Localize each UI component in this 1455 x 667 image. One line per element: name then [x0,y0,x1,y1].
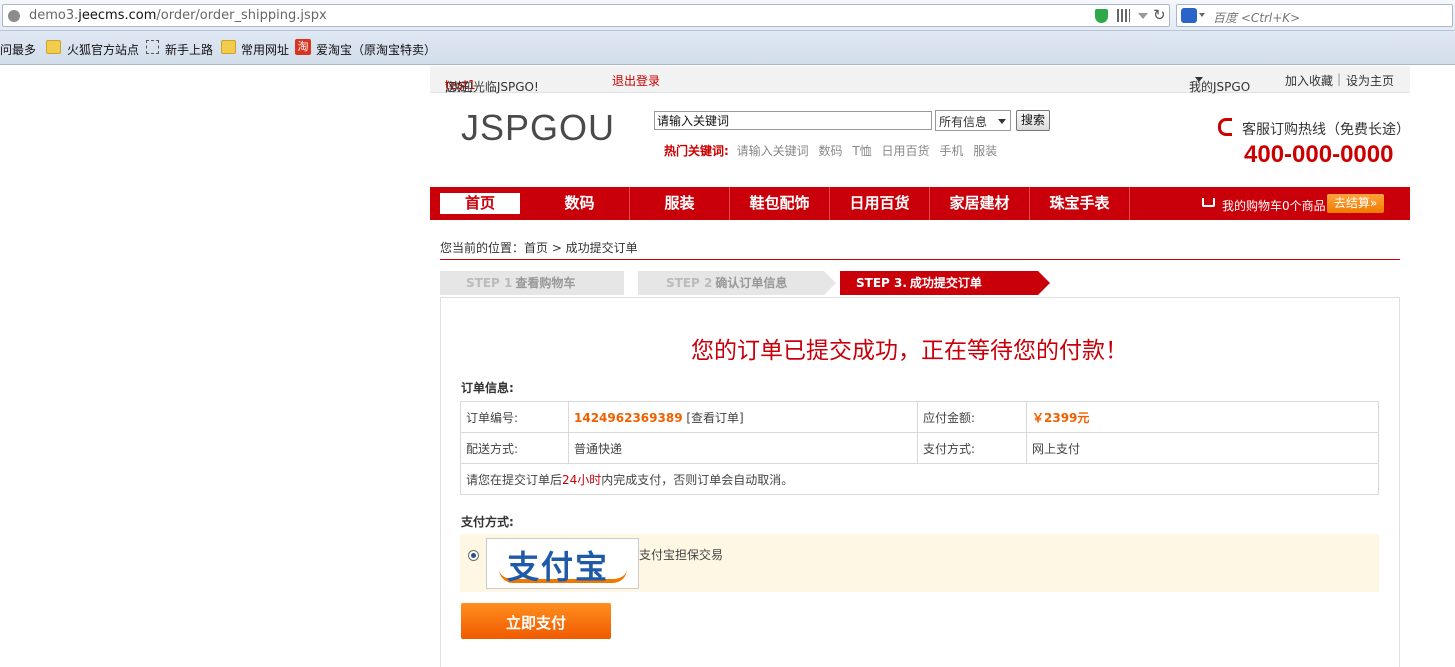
browser-search-field[interactable]: 百度 <Ctrl+K> [1176,4,1453,27]
order-no-label: 订单编号: [460,401,569,433]
table-row: 订单编号: 1424962369389 [查看订单] 应付金额: ￥2399元 [460,401,1379,433]
breadcrumb: 您当前的位置：首页 > 成功提交订单 [440,241,638,255]
hot-keyword[interactable]: 日用百货 [882,144,930,158]
alipay-option-label: 支付宝担保交易 [639,548,724,562]
payment-option[interactable]: 支付宝 支付宝担保交易 [460,534,1379,592]
amount-value: ￥2399元 [1026,401,1379,433]
success-message: 您的订单已提交成功，正在等待您的付款！ [691,338,1128,364]
step-1: STEP 1 查看购物车 [440,271,624,295]
url-text[interactable]: demo3.jeecms.com/order/order_shipping.js… [29,8,327,23]
hot-keyword[interactable]: 手机 [939,144,963,158]
site-identity-icon[interactable] [8,10,20,22]
hot-keyword[interactable]: 数码 [818,144,842,158]
hot-keyword[interactable]: 服装 [973,144,997,158]
order-info-table: 订单编号: 1424962369389 [查看订单] 应付金额: ￥2399元 … [460,401,1379,495]
cart-summary[interactable]: 我的购物车0个商品 [1222,197,1326,214]
site-topbar: 您好, test1 ,欢迎光临JSPGO! 退出登录 我的JSPGO 加入收藏 | … [430,66,1410,94]
browser-search-placeholder: 百度 <Ctrl+K> [1213,11,1301,25]
divider [440,259,1400,260]
nav-item-daily-goods[interactable]: 日用百货 [830,187,930,220]
step-3-current: STEP 3. 成功提交订单 [840,271,1038,295]
nav-item-jewelry[interactable]: 珠宝手表 [1030,187,1130,220]
my-account-menu[interactable]: 我的JSPGO [1189,72,1250,94]
shield-icon[interactable] [1095,9,1108,23]
cart-icon[interactable] [1202,198,1215,207]
set-homepage-link[interactable]: 设为主页 [1346,72,1394,89]
phone-icon [1218,118,1232,136]
page-icon [146,40,159,54]
payment-value: 网上支付 [1026,432,1379,464]
order-info-title: 订单信息: [461,381,514,395]
hot-keywords-label: 热门关键词: [664,144,729,158]
table-row: 配送方式: 普通快递 支付方式: 网上支付 [460,432,1379,464]
payment-label: 支付方式: [917,432,1027,464]
order-no-cell: 1424962369389 [查看订单] [568,401,918,433]
step-arrow [1038,271,1050,295]
browser-toolbar: demo3.jeecms.com/order/order_shipping.js… [0,0,1455,31]
checkout-button[interactable]: 去结算» [1327,194,1384,213]
step-2: STEP 2 确认订单信息 [638,271,824,295]
search-scope-select[interactable]: 所有信息 [935,110,1011,131]
bookmark-firefox-site[interactable]: 火狐官方站点 [67,41,139,58]
alipay-logo[interactable]: 支付宝 [486,538,639,589]
bookmark-ai-taobao[interactable]: 爱淘宝（原淘宝特卖） [316,41,436,58]
folder-icon [46,40,61,54]
reload-icon[interactable]: ↻ [1153,6,1166,24]
step-arrow-white [624,271,638,295]
bookmark-common-sites[interactable]: 常用网址 [241,41,289,58]
baidu-paw-icon[interactable] [1181,8,1197,23]
bookmark-most-visited[interactable]: 访问最多 [0,41,36,58]
address-bar[interactable]: demo3.jeecms.com/order/order_shipping.js… [2,4,1170,27]
view-order-link[interactable]: [查看订单] [686,411,743,425]
main-nav: 首页 数码 服装 鞋包配饰 日用百货 家居建材 珠宝手表 我的购物车0个商品 去… [430,187,1410,220]
hotline-label: 客服订购热线（免费长途） [1242,122,1410,138]
hot-keywords: 热门关键词: 请输入关键词 数码 T恤 日用百货 手机 服装 [664,142,1003,159]
logout-link[interactable]: 退出登录 [612,72,660,89]
chevron-down-icon [998,119,1006,124]
topbar-divider: | [1337,72,1342,86]
table-row: 请您在提交订单后24小时内完成支付，否则订单会自动取消。 [460,463,1379,495]
bookmarks-bar: 访问最多 火狐官方站点 新手上路 常用网址 淘 爱淘宝（原淘宝特卖） [0,31,1455,65]
nav-item-digital[interactable]: 数码 [530,187,630,220]
history-dropdown-icon[interactable] [1138,13,1148,19]
nav-item-home-building[interactable]: 家居建材 [930,187,1030,220]
qr-code-icon[interactable] [1117,9,1130,22]
nav-item-clothing[interactable]: 服装 [630,187,730,220]
pay-now-button[interactable]: 立即支付 [461,603,611,639]
payment-method-title: 支付方式: [461,515,514,529]
amount-label: 应付金额: [917,401,1027,433]
hot-keyword[interactable]: T恤 [852,144,871,158]
bookmark-getting-started[interactable]: 新手上路 [165,41,213,58]
search-input[interactable] [654,111,932,130]
nav-item-bags[interactable]: 鞋包配饰 [730,187,830,220]
payment-deadline-note: 请您在提交订单后24小时内完成支付，否则订单会自动取消。 [460,463,1379,495]
shipping-value: 普通快递 [568,432,918,464]
alipay-radio[interactable] [468,550,479,561]
hotline-number: 400-000-0000 [1244,141,1394,168]
alipay-logo-text: 支付宝 [507,548,610,586]
site-logo[interactable]: JSPGOU [461,107,615,149]
search-scope-value: 所有信息 [939,115,988,129]
step-arrow [824,271,836,295]
taobao-icon: 淘 [295,39,311,55]
nav-item-home[interactable]: 首页 [440,193,520,214]
shipping-label: 配送方式: [460,432,569,464]
add-bookmark-link[interactable]: 加入收藏 [1285,72,1333,89]
search-button[interactable]: 搜索 [1016,110,1050,131]
folder-icon [221,40,236,54]
order-number: 1424962369389 [574,410,683,425]
engine-dropdown-icon[interactable] [1199,13,1205,17]
hot-keyword[interactable]: 请输入关键词 [737,144,809,158]
